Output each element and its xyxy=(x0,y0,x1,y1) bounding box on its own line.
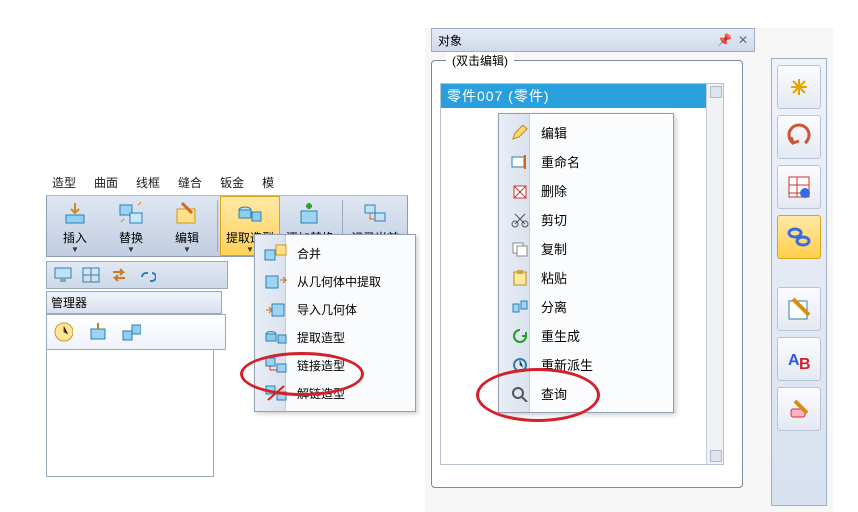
monitor-icon[interactable] xyxy=(53,265,73,285)
copy-icon xyxy=(509,240,531,258)
side-toolbar: AB xyxy=(771,58,827,506)
regen-icon xyxy=(509,327,531,345)
query-icon xyxy=(509,385,531,403)
chevron-down-icon: ▼ xyxy=(246,247,254,253)
rederive-icon xyxy=(509,356,531,374)
chevron-down-icon: ▼ xyxy=(183,247,191,253)
menu-link-shape[interactable]: 链接造型 xyxy=(255,351,415,379)
add-replace-icon xyxy=(296,200,324,228)
manager-toolbar xyxy=(46,314,226,350)
menu-extract-shape[interactable]: 提取造型 xyxy=(255,323,415,351)
tab-surface[interactable]: 曲面 xyxy=(94,174,118,191)
extract-geom-icon xyxy=(263,271,289,291)
menu-import-geom[interactable]: 导入几何体 xyxy=(255,295,415,323)
side-eraser[interactable] xyxy=(777,387,821,431)
paste-icon xyxy=(509,269,531,287)
ribbon-separator xyxy=(217,200,218,252)
scrollbar[interactable] xyxy=(706,84,723,464)
side-link[interactable] xyxy=(777,215,821,259)
link-shape-icon xyxy=(263,355,289,375)
insert-icon xyxy=(61,200,89,228)
menu-unlink-shape[interactable]: 解链造型 xyxy=(255,379,415,407)
chevron-down-icon: ▼ xyxy=(71,247,79,253)
objects-fieldset: (双击编辑) 零件007 (零件) 编辑 重命名 删除 xyxy=(431,60,743,488)
ribbon-edit[interactable]: 编辑 ▼ xyxy=(159,196,215,256)
tab-wireframe[interactable]: 线框 xyxy=(136,174,160,191)
cut-icon xyxy=(509,211,531,229)
rename-icon xyxy=(509,153,531,171)
merge-icon xyxy=(263,243,289,263)
right-panel: 对象 📌 ✕ (双击编辑) 零件007 (零件) 编辑 重命名 xyxy=(425,28,833,512)
pin-icon[interactable]: 📌 xyxy=(717,33,732,47)
left-panel: 造型 曲面 线框 缝合 钣金 模 插入 ▼ 替换 ▼ 编辑 ▼ xyxy=(46,172,408,477)
close-icon[interactable]: ✕ xyxy=(738,33,748,47)
objects-titlebar: 对象 📌 ✕ xyxy=(431,28,755,52)
side-edit-note[interactable] xyxy=(777,287,821,331)
import-geom-icon xyxy=(263,299,289,319)
extract-shape-small-icon xyxy=(263,327,289,347)
menu-extract-from-geom[interactable]: 从几何体中提取 xyxy=(255,267,415,295)
chevron-down-icon: ▼ xyxy=(127,247,135,253)
delete-icon xyxy=(509,182,531,200)
swap-icon[interactable] xyxy=(109,265,129,285)
tab-sheetmetal[interactable]: 钣金 xyxy=(220,174,244,191)
link-small-icon[interactable] xyxy=(137,265,157,285)
menu-merge[interactable]: 合并 xyxy=(255,239,415,267)
part-icon[interactable] xyxy=(87,322,107,342)
unlink-shape-icon xyxy=(263,383,289,403)
replace-icon xyxy=(117,200,145,228)
tree-selected-row[interactable]: 零件007 (零件) xyxy=(441,84,723,108)
detach-icon xyxy=(509,298,531,316)
ribbon-tabs: 造型 曲面 线框 缝合 钣金 模 xyxy=(46,172,408,195)
objects-title: 对象 xyxy=(438,32,462,49)
svg-text:B: B xyxy=(799,356,811,373)
grid-icon[interactable] xyxy=(81,265,101,285)
context-menu: 编辑 重命名 删除 剪切 复制 粘贴 xyxy=(498,113,674,413)
record-icon xyxy=(361,200,389,228)
tab-mold[interactable]: 模 xyxy=(262,174,274,191)
pencil-icon xyxy=(509,124,531,142)
tab-model[interactable]: 造型 xyxy=(52,174,76,191)
toolbar-misc xyxy=(46,261,228,289)
tab-stitch[interactable]: 缝合 xyxy=(178,174,202,191)
edit-icon xyxy=(173,200,201,228)
objects-legend: (双击编辑) xyxy=(446,52,514,69)
manager-panel xyxy=(46,350,214,477)
side-highlight[interactable] xyxy=(777,65,821,109)
side-ab[interactable]: AB xyxy=(777,337,821,381)
side-rotate[interactable] xyxy=(777,115,821,159)
ribbon-insert[interactable]: 插入 ▼ xyxy=(47,196,103,256)
side-table-link[interactable] xyxy=(777,165,821,209)
clock-icon[interactable] xyxy=(53,322,73,342)
ribbon-replace[interactable]: 替换 ▼ xyxy=(103,196,159,256)
boxes-icon[interactable] xyxy=(121,322,141,342)
extract-shape-icon xyxy=(236,200,264,228)
manager-title: 管理器 xyxy=(46,291,222,314)
extract-shape-menu: 合并 从几何体中提取 导入几何体 提取造型 链接造型 解链造型 xyxy=(254,234,416,412)
